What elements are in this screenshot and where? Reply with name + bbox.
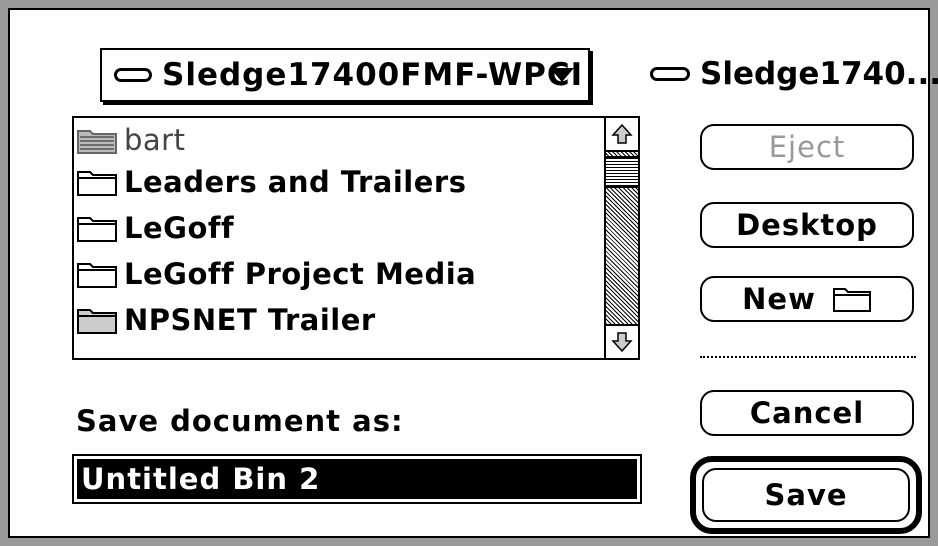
location-popup-label: Sledge17400FMF-WPCI [162,57,584,93]
folder-icon [77,171,117,196]
scroll-down-button[interactable] [606,324,638,358]
volume-name-label: Sledge1740... [700,56,938,92]
list-item[interactable]: NPSNET Trailer [76,300,376,340]
disk-icon [114,68,152,82]
folder-icon [832,288,871,312]
cancel-button[interactable]: Cancel [700,390,914,436]
disk-icon [650,67,690,81]
filename-field[interactable]: Untitled Bin 2 [72,454,642,504]
list-item[interactable]: LeGoff Project Media [76,254,476,294]
folder-icon [77,263,117,288]
vertical-scrollbar[interactable] [604,118,638,358]
list-item[interactable]: bart [76,120,185,160]
list-item-label: NPSNET Trailer [124,303,376,337]
list-item-label: LeGoff [124,211,235,245]
list-item-label: LeGoff Project Media [124,257,477,291]
server-folder-icon [77,130,117,154]
eject-button[interactable]: Eject [700,124,914,170]
location-popup[interactable]: Sledge17400FMF-WPCI [100,48,590,102]
save-as-label: Save document as: [76,404,404,438]
arrow-down-icon [611,332,633,353]
list-item-label: Leaders and Trailers [124,165,467,199]
divider [700,356,916,358]
save-button[interactable]: Save [702,468,910,522]
dialog-content: Sledge17400FMF-WPCI Sledge1740... bart L… [8,8,938,538]
dropdown-arrow-icon [550,68,574,82]
list-item[interactable]: Leaders and Trailers [76,162,466,202]
list-item-label: bart [124,123,186,157]
filename-field-value[interactable]: Untitled Bin 2 [77,459,637,499]
save-dialog: Sledge17400FMF-WPCI Sledge1740... bart L… [0,0,938,546]
new-folder-button[interactable]: New [700,276,914,322]
scroll-thumb[interactable] [606,156,638,188]
scroll-up-button[interactable] [606,118,638,152]
arrow-up-icon [611,123,633,144]
list-item[interactable]: LeGoff [76,208,234,248]
desktop-button[interactable]: Desktop [700,202,914,248]
new-folder-label: New [742,282,816,316]
folder-icon [77,309,117,334]
volume-name[interactable]: Sledge1740... [650,56,938,92]
folder-icon [77,217,117,242]
file-list[interactable]: bart Leaders and Trailers LeGoff LeGoff … [72,116,640,360]
